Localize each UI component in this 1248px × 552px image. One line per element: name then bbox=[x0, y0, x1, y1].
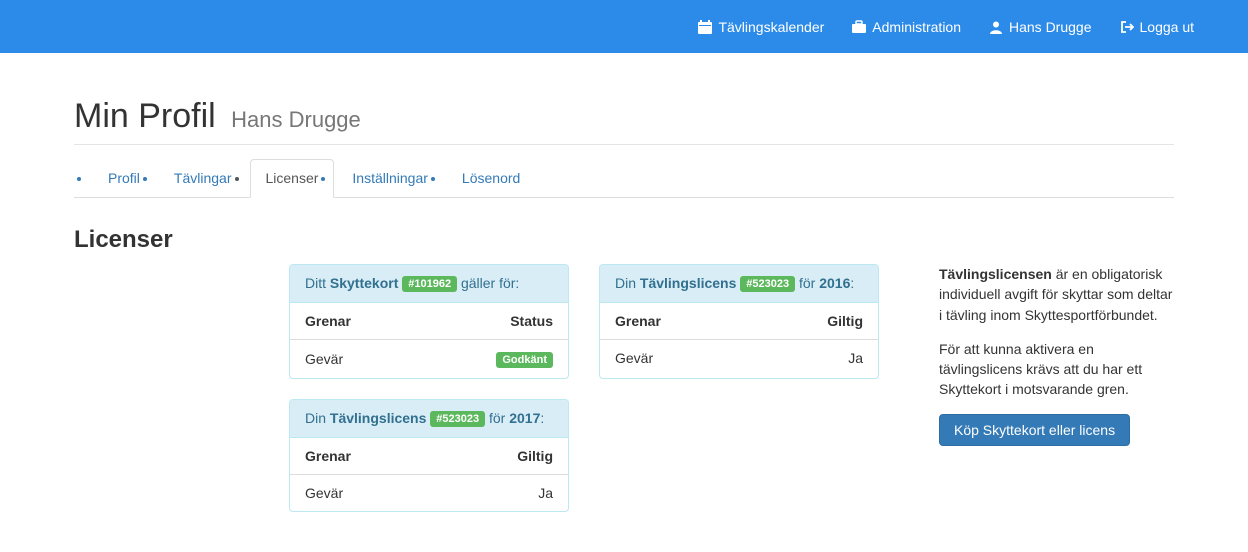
nav-admin[interactable]: Administration bbox=[838, 0, 975, 53]
l16-year: 2016 bbox=[819, 275, 850, 291]
l17-row-label: Gevär bbox=[290, 474, 439, 511]
nav-admin-label: Administration bbox=[872, 19, 961, 35]
panel-skyttekort-heading: Ditt Skyttekort #101962 gäller för: bbox=[290, 265, 568, 303]
sk-bold: Skyttekort bbox=[330, 275, 398, 291]
l16-mid: för bbox=[795, 275, 819, 291]
sk-row-status: Godkänt bbox=[420, 340, 568, 378]
top-navbar: Tävlingskalender Administration Hans Dru… bbox=[0, 0, 1248, 53]
logout-icon bbox=[1120, 20, 1134, 34]
panel-license-2017: Din Tävlingslicens #523023 för 2017: Gre… bbox=[289, 399, 569, 512]
buy-license-button[interactable]: Köp Skyttekort eller licens bbox=[939, 414, 1130, 446]
l17-col2: Giltig bbox=[439, 438, 568, 475]
sk-badge: #101962 bbox=[402, 276, 457, 292]
panel-license-2016: Din Tävlingslicens #523023 för 2016: Gre… bbox=[599, 264, 879, 379]
page-title-main: Min Profil bbox=[74, 97, 216, 135]
sidebar-info: Tävlingslicensen är en obligatorisk indi… bbox=[939, 264, 1174, 512]
calendar-icon bbox=[698, 20, 712, 34]
sk-col2: Status bbox=[420, 303, 568, 340]
tab-password[interactable]: Lösenord bbox=[446, 159, 536, 197]
briefcase-icon bbox=[852, 20, 866, 34]
l17-mid: för bbox=[485, 410, 509, 426]
nav-user[interactable]: Hans Drugge bbox=[975, 0, 1106, 53]
l16-row-label: Gevär bbox=[600, 340, 749, 377]
profile-tabs: Profil Tävlingar Licenser Inställningar … bbox=[74, 159, 1174, 198]
nav-calendar-label: Tävlingskalender bbox=[718, 19, 824, 35]
panel-skyttekort: Ditt Skyttekort #101962 gäller för: Gren… bbox=[289, 264, 569, 379]
l17-prefix: Din bbox=[305, 410, 330, 426]
panel-license-2016-heading: Din Tävlingslicens #523023 för 2016: bbox=[600, 265, 878, 303]
sk-prefix: Ditt bbox=[305, 275, 330, 291]
table-row: Gevär Godkänt bbox=[290, 340, 568, 378]
user-icon bbox=[989, 20, 1003, 34]
side-p2: För att kunna aktivera en tävlingslicens… bbox=[939, 339, 1174, 400]
side-p1: Tävlingslicensen är en obligatorisk indi… bbox=[939, 264, 1174, 325]
table-row: Gevär Ja bbox=[290, 474, 568, 511]
l17-badge: #523023 bbox=[430, 411, 485, 427]
l16-prefix: Din bbox=[615, 275, 640, 291]
page-header: Min Profil Hans Drugge bbox=[74, 97, 1174, 145]
nav-user-label: Hans Drugge bbox=[1009, 19, 1092, 35]
l16-col1: Grenar bbox=[600, 303, 749, 340]
l17-row-status: Ja bbox=[439, 474, 568, 511]
sk-col1: Grenar bbox=[290, 303, 420, 340]
nav-logout-label: Logga ut bbox=[1140, 19, 1195, 35]
status-badge: Godkänt bbox=[496, 352, 553, 368]
sk-suffix: gäller för: bbox=[457, 275, 519, 291]
l17-table: Grenar Giltig Gevär Ja bbox=[290, 438, 568, 511]
section-title: Licenser bbox=[74, 226, 1174, 254]
l17-year: 2017 bbox=[509, 410, 540, 426]
l16-table: Grenar Giltig Gevär Ja bbox=[600, 303, 878, 376]
nav-calendar[interactable]: Tävlingskalender bbox=[684, 0, 838, 53]
sk-row-label: Gevär bbox=[290, 340, 420, 378]
panel-license-2017-heading: Din Tävlingslicens #523023 för 2017: bbox=[290, 400, 568, 438]
tab-settings[interactable]: Inställningar bbox=[336, 159, 444, 197]
l16-bold: Tävlingslicens bbox=[640, 275, 736, 291]
nav-logout[interactable]: Logga ut bbox=[1106, 0, 1209, 53]
l16-suffix: : bbox=[850, 275, 854, 291]
l17-suffix: : bbox=[540, 410, 544, 426]
l16-col2: Giltig bbox=[749, 303, 878, 340]
side-p1-bold: Tävlingslicensen bbox=[939, 266, 1052, 282]
l16-row-status: Ja bbox=[749, 340, 878, 377]
l17-col1: Grenar bbox=[290, 438, 439, 475]
table-row: Gevär Ja bbox=[600, 340, 878, 377]
l16-badge: #523023 bbox=[740, 276, 795, 292]
l17-bold: Tävlingslicens bbox=[330, 410, 426, 426]
sk-table: Grenar Status Gevär Godkänt bbox=[290, 303, 568, 377]
page-title-sub: Hans Drugge bbox=[231, 107, 361, 132]
page-title: Min Profil Hans Drugge bbox=[74, 97, 1174, 136]
